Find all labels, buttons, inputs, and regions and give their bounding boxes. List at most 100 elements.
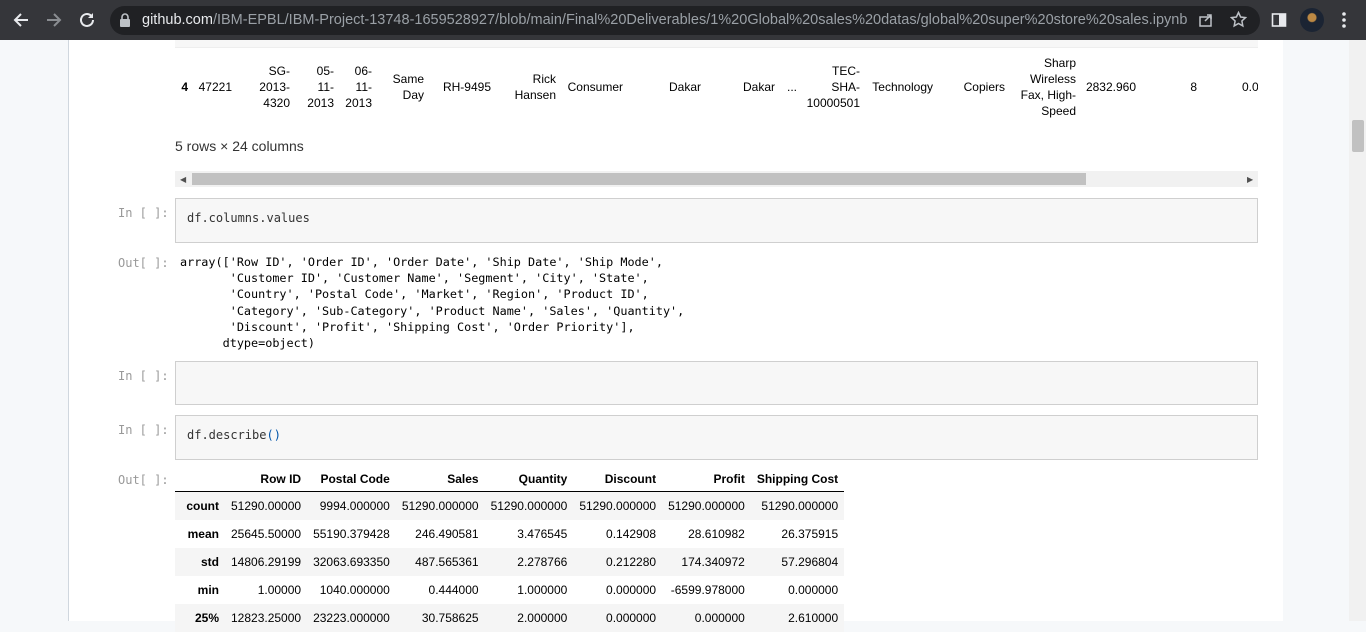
cell: Dakar [742,80,775,94]
table-cell: 55190.379428 [313,527,390,541]
column-header: Row ID [225,467,308,492]
column-header: Profit [662,467,751,492]
url-text: github.com/IBM-EPBL/IBM-Project-13748-16… [142,12,1188,28]
code-text: df.columns.values [187,211,310,225]
table-header-row: Row ID Postal Code Sales Quantity Discou… [175,467,845,492]
table-cell: 1.000000 [517,583,568,597]
table-cell: 9994.000000 [319,499,390,513]
forward-arrow-icon[interactable] [42,8,66,32]
table-cell: 487.565361 [415,555,479,569]
table-row: count 51290.00000 9994.000000 51290.0000… [175,491,845,520]
row-index: 4 [181,80,188,94]
table-cell: 3.476545 [517,527,568,541]
cell: Technology [872,80,933,94]
page-scrollbar-thumb[interactable] [1352,120,1364,152]
scroll-right-arrow-icon[interactable]: ▶ [1247,175,1253,184]
column-header: Postal Code [307,467,396,492]
table-row: std 14806.29199 32063.693350 487.565361 … [175,548,845,576]
cell: 8 [1190,80,1197,94]
column-header: Quantity [484,467,574,492]
table-cell: 30.758625 [421,611,479,625]
cell: Copiers [963,80,1005,94]
table-cell: 51290.000000 [668,499,745,513]
table-cell: 246.490581 [415,527,479,541]
code-cell[interactable]: df.columns.values [175,198,1258,243]
describe-table: Row ID Postal Code Sales Quantity Discou… [175,467,845,632]
share-icon[interactable] [1198,12,1214,33]
page-margin-right [1283,40,1349,621]
menu-dots-icon[interactable] [1332,8,1356,32]
table-cell: 23223.000000 [313,611,390,625]
code-text: df.describe() [187,428,281,442]
cell: RH-9495 [442,80,491,94]
page-margin-left [0,40,68,621]
row-label: count [186,499,219,513]
dataframe-shape-text: 5 rows × 24 columns [175,138,304,154]
table-cell: 57.296804 [781,555,839,569]
output-prompt: Out[ ]: [118,473,169,487]
table-cell: 0.000000 [606,611,657,625]
cell: TEC- SHA- 10000501 [806,64,860,110]
table-cell: 2.610000 [788,611,839,625]
cell: SG- 2013- 4320 [259,64,290,110]
table-cell: -6599.978000 [670,583,745,597]
output-prompt: Out[ ]: [118,256,169,270]
row-label: min [197,583,219,597]
table-row: 4 47221 SG- 2013- 4320 05- 11- 2013 06- 11- 20… [175,54,1258,120]
table-cell: 0.142908 [606,527,657,541]
cell: 2832.960 [1085,80,1136,94]
column-header: Discount [573,467,663,492]
cell: Consumer [567,80,623,94]
table-cell: 2.278766 [517,555,568,569]
table-cell: 32063.693350 [313,555,390,569]
cell: 0.0 [1242,80,1258,94]
table-row: min 1.00000 1040.000000 0.444000 1.00000… [175,576,844,604]
table-cell: 14806.29199 [231,555,302,569]
table-cell: 51290.00000 [231,499,302,513]
table-cell: 0.212280 [606,555,657,569]
table-cell: 25645.50000 [231,527,302,541]
table-cell: 0.444000 [428,583,479,597]
table-corner [175,467,225,492]
cell: Same Day [392,72,424,102]
table-cell: 51290.000000 [490,499,568,513]
table-row: 25% 12823.25000 23223.000000 30.758625 2… [175,604,845,632]
input-prompt: In [ ]: [118,369,169,383]
table-cell: 1.00000 [257,583,302,597]
table-cell: 51290.000000 [401,499,479,513]
table-cell: 174.340972 [681,555,745,569]
back-arrow-icon[interactable] [9,8,33,32]
table-scrollbar-thumb[interactable] [192,173,1086,185]
cell: 47221 [198,80,232,94]
sidebar-icon[interactable] [1267,8,1291,32]
table-cell: 1040.000000 [319,583,390,597]
table-cell: 0.000000 [788,583,839,597]
code-cell-empty[interactable] [175,361,1258,405]
table-cell: 51290.000000 [761,499,839,513]
input-prompt: In [ ]: [118,423,169,437]
code-cell[interactable]: df.describe() [175,415,1258,460]
address-bar[interactable]: github.com/IBM-EPBL/IBM-Project-13748-16… [110,6,1260,35]
column-header: Shipping Cost [750,467,845,492]
input-prompt: In [ ]: [118,206,169,220]
cell: Sharp Wireless Fax, High- Speed [1020,56,1076,118]
lock-icon[interactable] [119,13,131,32]
table-cell: 0.000000 [694,611,745,625]
table-cell: 26.375915 [781,527,839,541]
cell-ellipsis: ... [786,80,797,94]
table-cell: 0.000000 [606,583,657,597]
avatar[interactable] [1300,8,1324,32]
reload-icon[interactable] [75,8,99,32]
table-row: mean 25645.50000 55190.379428 246.490581… [175,520,844,548]
cell: 06- 11- 2013 [345,64,372,110]
scroll-left-arrow-icon[interactable]: ◀ [180,175,186,184]
table-top-edge [175,40,1258,48]
row-label: mean [187,527,219,541]
browser-toolbar: github.com/IBM-EPBL/IBM-Project-13748-16… [0,0,1366,40]
star-icon[interactable] [1229,10,1248,33]
row-label: std [201,555,219,569]
cell: Dakar [668,80,701,94]
table-cell: 51290.000000 [579,499,657,513]
column-header: Sales [395,467,485,492]
table-cell: 28.610982 [688,527,745,541]
